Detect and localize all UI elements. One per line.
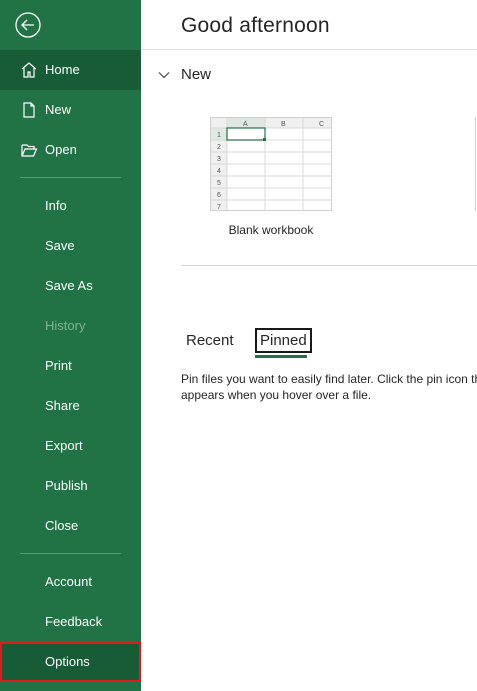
sidebar-item-label: Options bbox=[45, 654, 90, 669]
page-title: Good afternoon bbox=[181, 14, 330, 37]
sidebar-item-label: Save bbox=[45, 238, 75, 253]
sidebar-item-publish[interactable]: Publish bbox=[0, 466, 141, 506]
sidebar-item-options[interactable]: Options bbox=[0, 642, 141, 682]
sidebar-item-close[interactable]: Close bbox=[0, 506, 141, 546]
sidebar-item-info[interactable]: Info bbox=[0, 186, 141, 226]
sidebar-item-account[interactable]: Account bbox=[0, 562, 141, 602]
sidebar-item-label: Export bbox=[45, 438, 83, 453]
row-header-label: 6 bbox=[217, 192, 221, 199]
sidebar-divider bbox=[20, 553, 121, 554]
sidebar-item-label: History bbox=[45, 318, 86, 333]
sidebar-item-label: Home bbox=[45, 62, 80, 77]
sidebar-item-label: Publish bbox=[45, 478, 88, 493]
sidebar-item-label: Share bbox=[45, 398, 80, 413]
new-document-icon bbox=[20, 101, 38, 119]
sidebar-item-save[interactable]: Save bbox=[0, 226, 141, 266]
row-header-label: 7 bbox=[217, 204, 221, 210]
sidebar-item-feedback[interactable]: Feedback bbox=[0, 602, 141, 642]
excel-backstage: Home New Open Info Save Save As History bbox=[0, 0, 477, 691]
column-header-label: C bbox=[319, 121, 324, 128]
sidebar-item-home[interactable]: Home bbox=[0, 50, 141, 90]
pinned-empty-message: Pin files you want to easily find later.… bbox=[181, 371, 477, 403]
sidebar-divider bbox=[20, 177, 121, 178]
row-header-label: 2 bbox=[217, 144, 221, 151]
row-header-label: 3 bbox=[217, 156, 221, 163]
sidebar-item-export[interactable]: Export bbox=[0, 426, 141, 466]
sidebar-item-save-as[interactable]: Save As bbox=[0, 266, 141, 306]
spreadsheet-thumbnail-icon: A B C 1 2 3 4 5 6 7 bbox=[211, 118, 331, 211]
sidebar-item-label: Open bbox=[45, 142, 77, 157]
pinned-message-line: Pin files you want to easily find later.… bbox=[181, 372, 477, 386]
home-icon bbox=[20, 61, 38, 79]
backstage-main: Good afternoon New A B C 1 2 3 4 5 6 7 B… bbox=[141, 0, 477, 691]
column-header-label: B bbox=[281, 121, 286, 128]
selected-tab-indicator bbox=[255, 355, 307, 358]
back-button[interactable] bbox=[14, 11, 42, 39]
sidebar-item-new[interactable]: New bbox=[0, 90, 141, 130]
tab-recent[interactable]: Recent bbox=[186, 332, 234, 349]
back-arrow-icon bbox=[15, 12, 41, 38]
column-header-label: A bbox=[243, 121, 248, 128]
folder-open-icon bbox=[20, 141, 38, 159]
backstage-sidebar: Home New Open Info Save Save As History bbox=[0, 0, 141, 691]
row-header-label: 1 bbox=[217, 132, 221, 139]
sidebar-item-label: Account bbox=[45, 574, 92, 589]
sidebar-item-share[interactable]: Share bbox=[0, 386, 141, 426]
sidebar-item-open[interactable]: Open bbox=[0, 130, 141, 170]
row-header-label: 4 bbox=[217, 168, 221, 175]
sidebar-item-label: Feedback bbox=[45, 614, 103, 629]
pinned-message-line: appears when you hover over a file. bbox=[181, 388, 372, 402]
sidebar-item-label: Info bbox=[45, 198, 67, 213]
sidebar-item-label: New bbox=[45, 102, 72, 117]
tab-pinned[interactable]: Pinned bbox=[255, 328, 312, 353]
sidebar-item-label: Close bbox=[45, 518, 79, 533]
row-header-label: 5 bbox=[217, 180, 221, 187]
template-caption: Blank workbook bbox=[228, 223, 314, 237]
divider bbox=[181, 265, 477, 266]
chevron-down-icon bbox=[158, 71, 170, 78]
new-section-header[interactable]: New bbox=[157, 66, 211, 83]
divider bbox=[141, 49, 477, 50]
blank-workbook-template[interactable]: A B C 1 2 3 4 5 6 7 bbox=[210, 117, 332, 211]
section-title: New bbox=[181, 66, 212, 83]
sidebar-item-label: Save As bbox=[45, 278, 93, 293]
sidebar-item-history: History bbox=[0, 306, 141, 346]
sidebar-item-print[interactable]: Print bbox=[0, 346, 141, 386]
sidebar-item-label: Print bbox=[45, 358, 72, 373]
